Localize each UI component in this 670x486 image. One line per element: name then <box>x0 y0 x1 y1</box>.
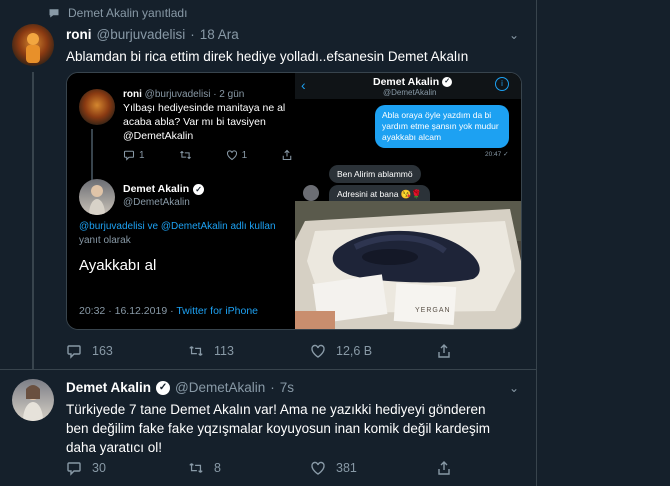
tweet1-retweet-count: 113 <box>214 344 234 358</box>
embedded-reply-meta: 20:32 · 16.12.2019 · <box>79 305 174 317</box>
heart-icon <box>311 344 325 358</box>
embedded-screenshot-left: roni @burjuvadelisi · 2 gün Yılbaşı hedi… <box>67 73 293 329</box>
embedded-avatar-demet-figure-icon <box>89 185 105 215</box>
avatar-figure-icon <box>26 33 40 63</box>
tweet2-retweet-button[interactable]: 8 <box>188 460 310 476</box>
verified-icon: ✓ <box>156 380 171 395</box>
dm-title: Demet Akalin ✓ <box>373 76 453 88</box>
tweet1-like-button[interactable]: 12,6 B <box>310 343 436 359</box>
embedded-reply-text: Ayakkabı al <box>79 257 157 274</box>
avatar-demet-figure-icon <box>23 385 43 421</box>
retweet-icon <box>189 463 203 473</box>
avatar-demet[interactable] <box>12 379 54 421</box>
tweet1-media[interactable]: roni @burjuvadelisi · 2 gün Yılbaşı hedi… <box>66 72 522 330</box>
avatar-roni[interactable] <box>12 24 54 66</box>
tweet2-time[interactable]: 7s <box>280 380 294 395</box>
share-icon <box>438 344 450 358</box>
embedded-reply-handle: @DemetAkalin <box>123 197 190 208</box>
tweet2-handle[interactable]: @DemetAkalin <box>175 380 265 395</box>
embedded-reply-source: Twitter for iPhone <box>176 305 259 317</box>
tweet1-name[interactable]: roni <box>66 27 92 42</box>
embedded-orig-name: roni <box>123 89 142 100</box>
tweet2-like-button[interactable]: 381 <box>310 460 436 476</box>
embedded-reply-meta-row: 20:32 · 16.12.2019 · Twitter for iPhone <box>79 305 258 317</box>
tweet1-dot: · <box>190 27 195 42</box>
embedded-orig-likes: 1 <box>241 149 248 161</box>
tweet2-actions: 30 8 381 <box>66 460 452 476</box>
reply-icon <box>67 462 81 476</box>
embedded-reply-name: Demet Akalin <box>123 183 190 195</box>
embedded-avatar-demet <box>79 179 115 215</box>
tweet1-like-count: 12,6 B <box>336 344 373 358</box>
tweet2-text: Türkiyede 7 tane Demet Akalın var! Ama n… <box>66 402 490 455</box>
box-brand-text: YERGAN <box>415 307 451 314</box>
embedded-orig-handle: @burjuvadelisi · 2 gün <box>144 89 245 100</box>
embedded-reply-header: Demet Akalin ✓ <box>123 183 205 195</box>
dm-message-out: Abla oraya öyle yazdım da bi yardım etme… <box>375 105 509 148</box>
dm-info-icon: i <box>495 77 509 91</box>
tweet2-reply-count: 30 <box>92 461 106 475</box>
tweet2-name[interactable]: Demet Akalin <box>66 380 151 395</box>
dm-message-out-time: 20:47 ✓ <box>485 151 509 158</box>
embedded-orig-actions: 1 1 <box>123 149 293 161</box>
embedded-retweet-icon <box>179 151 191 159</box>
tweet-divider <box>0 369 536 370</box>
share-icon <box>438 461 450 475</box>
embedded-share-icon <box>282 149 292 161</box>
dm-name: Demet Akalin <box>373 76 440 88</box>
embedded-orig-text: Yılbaşı hediyesinde manitaya ne al acaba… <box>123 102 286 142</box>
reply-notice[interactable]: Demet Akalin yanıtladı <box>48 6 187 20</box>
embedded-orig-header: roni @burjuvadelisi · 2 gün <box>123 89 244 100</box>
tweet1-handle[interactable]: @burjuvadelisi <box>97 27 186 42</box>
dm-back-chevron-icon: ‹ <box>301 77 306 93</box>
dm-handle: @DemetAkalin <box>383 88 437 97</box>
tweet2-chevron-down-icon[interactable]: ⌄ <box>509 381 519 395</box>
tweet1-header: roni @burjuvadelisi · 18 Ara <box>66 27 239 42</box>
right-background <box>537 0 670 486</box>
shoes-photo: YERGAN <box>295 201 521 329</box>
tweet1-text: Ablamdan bi rica ettim direk hediye yoll… <box>66 49 469 64</box>
retweet-icon <box>189 346 203 356</box>
tweet1-chevron-down-icon[interactable]: ⌄ <box>509 28 519 42</box>
embedded-avatar-roni <box>79 89 115 125</box>
tweet2-share-button[interactable] <box>436 460 452 476</box>
tweet1-share-button[interactable] <box>436 343 452 359</box>
shoes-photo-image <box>295 201 521 329</box>
tweet2-reply-button[interactable]: 30 <box>66 460 188 476</box>
tweet2-like-count: 381 <box>336 461 357 475</box>
speech-bubble-icon <box>49 9 59 18</box>
embedded-reply-to: @burjuvadelisi ve @DemetAkalin adlı kull… <box>79 221 276 232</box>
tweet1-time[interactable]: 18 Ara <box>200 27 239 42</box>
dm-message-in1: Ben Alirim ablammö <box>329 165 421 183</box>
heart-icon <box>311 461 325 475</box>
reply-icon <box>67 345 81 359</box>
tweet1-reply-count: 163 <box>92 344 113 358</box>
embedded-orig-replies: 1 <box>139 149 145 161</box>
embedded-reply-icon <box>123 150 135 161</box>
reply-notice-text: Demet Akalin yanıtladı <box>68 6 188 20</box>
tweet1-actions: 163 113 12,6 B <box>66 343 452 359</box>
embedded-verified-icon: ✓ <box>193 183 205 195</box>
embedded-reply-to-suffix: yanıt olarak <box>79 235 131 246</box>
embedded-screenshot-dm: ‹ Demet Akalin ✓ @DemetAkalin i Abla ora… <box>295 73 521 209</box>
tweet2-dot: · <box>270 380 275 395</box>
dm-avatar <box>303 185 319 201</box>
thread-line <box>32 72 34 370</box>
tweet1-retweet-button[interactable]: 113 <box>188 343 310 359</box>
tweet2-retweet-count: 8 <box>214 461 221 475</box>
dm-verified-icon: ✓ <box>442 77 453 87</box>
tweet2-header: Demet Akalin ✓ @DemetAkalin · 7s <box>66 380 294 395</box>
tweet1-reply-button[interactable]: 163 <box>66 343 188 359</box>
embedded-heart-icon <box>226 150 237 161</box>
